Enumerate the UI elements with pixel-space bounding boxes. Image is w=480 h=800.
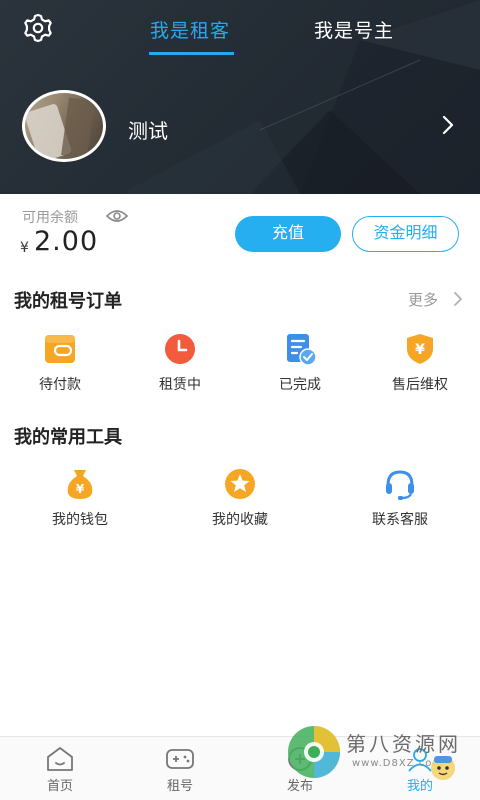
order-completed[interactable]: 已完成 (240, 332, 360, 394)
clock-icon (165, 334, 195, 364)
checklist-icon (287, 334, 317, 366)
nav-label: 我的 (406, 779, 433, 794)
avatar[interactable] (22, 90, 106, 162)
settings-gear-icon[interactable] (22, 12, 54, 44)
svg-text:¥: ¥ (415, 342, 425, 358)
balance-value: 2.00 (34, 226, 99, 257)
tool-item-label: 我的钱包 (52, 512, 108, 528)
order-item-label: 已完成 (279, 377, 321, 393)
star-icon (225, 469, 255, 499)
recharge-button[interactable]: 充值 (235, 216, 341, 252)
username[interactable]: 测试 (128, 115, 168, 144)
tab-owner[interactable]: 我是号主 (314, 16, 394, 43)
tool-customer-service[interactable]: 联系客服 (340, 467, 460, 529)
order-renting[interactable]: 租赁中 (120, 332, 240, 394)
currency-symbol: ¥ (20, 240, 29, 256)
nav-rent[interactable]: 租号 (120, 737, 240, 800)
wallet-icon (45, 335, 75, 363)
home-icon (47, 747, 73, 771)
order-item-label: 待付款 (39, 377, 81, 393)
nav-label: 租号 (166, 779, 193, 794)
fund-details-button[interactable]: 资金明细 (352, 216, 459, 252)
gamepad-icon (166, 749, 194, 769)
order-item-label: 售后维权 (392, 377, 448, 393)
money-bag-icon: ¥ (67, 470, 93, 499)
order-pending-payment[interactable]: 待付款 (0, 332, 120, 394)
more-orders-link[interactable]: 更多 (408, 289, 438, 310)
tool-item-label: 我的收藏 (212, 512, 268, 528)
watermark-mascot-icon (431, 756, 455, 780)
orders-section-title: 我的租号订单 (14, 291, 122, 312)
nav-home[interactable]: 首页 (0, 737, 120, 800)
headset-icon (386, 470, 414, 500)
order-item-label: 租赁中 (159, 377, 201, 393)
order-after-sales[interactable]: ¥ 售后维权 (360, 332, 480, 394)
profile-header: 我是租客 我是号主 测试 (0, 0, 480, 194)
eye-icon[interactable] (106, 208, 128, 224)
watermark-logo (288, 726, 340, 778)
tab-active-indicator (149, 52, 234, 55)
balance-label: 可用余额 (22, 210, 78, 226)
chevron-right-icon[interactable] (452, 291, 464, 307)
shield-yen-icon: ¥ (407, 334, 433, 364)
tools-section-title: 我的常用工具 (14, 427, 122, 448)
tab-renter[interactable]: 我是租客 (150, 16, 230, 43)
tool-my-favorites[interactable]: 我的收藏 (180, 467, 300, 529)
tool-my-wallet[interactable]: ¥ 我的钱包 (20, 467, 140, 529)
tool-item-label: 联系客服 (372, 512, 428, 528)
svg-text:¥: ¥ (76, 482, 85, 496)
chevron-right-icon[interactable] (438, 114, 458, 136)
nav-label: 首页 (46, 779, 73, 794)
